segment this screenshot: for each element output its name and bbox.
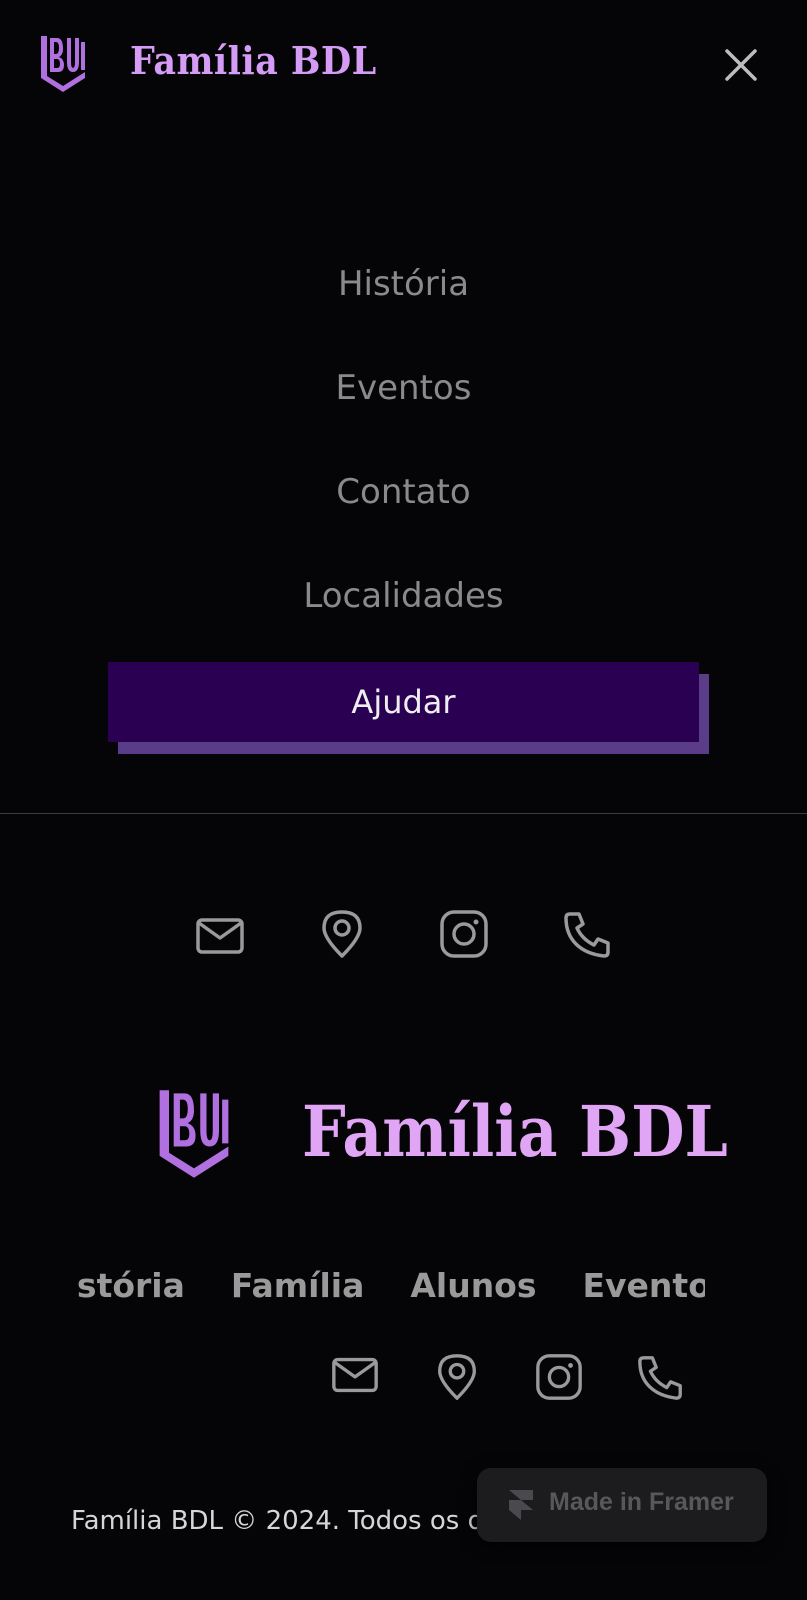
bdl-shield-logo-icon <box>41 36 85 92</box>
mail-icon[interactable] <box>330 1350 380 1400</box>
footer-link-eventos[interactable]: Eventos <box>583 1266 706 1305</box>
footer-link-familia[interactable]: Família <box>231 1266 364 1305</box>
phone-icon[interactable] <box>636 1352 686 1402</box>
nav-item-localidades[interactable]: Localidades <box>0 576 807 616</box>
footer-link-alunos[interactable]: Alunos <box>410 1266 536 1305</box>
footer-logo-mark[interactable] <box>154 1084 234 1184</box>
help-button[interactable]: Ajudar <box>108 662 699 742</box>
header-logo-mark[interactable] <box>38 32 88 96</box>
instagram-icon[interactable] <box>534 1352 584 1402</box>
close-menu-button[interactable] <box>722 46 760 84</box>
marquee-track: História Família Alunos Eventos <box>78 1266 705 1305</box>
footer-link-historia[interactable]: História <box>78 1266 185 1305</box>
map-pin-icon[interactable] <box>316 908 368 960</box>
footer-brand-name[interactable]: Família BDL <box>302 1090 728 1173</box>
framer-badge-label: Made in Framer <box>549 1488 734 1516</box>
divider <box>0 813 807 814</box>
phone-icon[interactable] <box>562 908 614 960</box>
bdl-shield-logo-icon <box>159 1090 229 1178</box>
framer-icon <box>509 1490 533 1520</box>
close-icon <box>725 49 757 81</box>
nav-item-contato[interactable]: Contato <box>0 472 807 512</box>
footer-links-marquee: História Família Alunos Eventos <box>78 1266 705 1326</box>
map-pin-icon[interactable] <box>432 1352 482 1402</box>
mail-icon[interactable] <box>194 910 246 962</box>
made-in-framer-badge[interactable]: Made in Framer <box>477 1468 767 1542</box>
instagram-icon[interactable] <box>438 908 490 960</box>
header-brand-name[interactable]: Família BDL <box>130 38 377 83</box>
nav-item-historia[interactable]: História <box>0 264 807 304</box>
copyright-text: Família BDL © 2024. Todos os di <box>71 1506 492 1536</box>
nav-item-eventos[interactable]: Eventos <box>0 368 807 408</box>
